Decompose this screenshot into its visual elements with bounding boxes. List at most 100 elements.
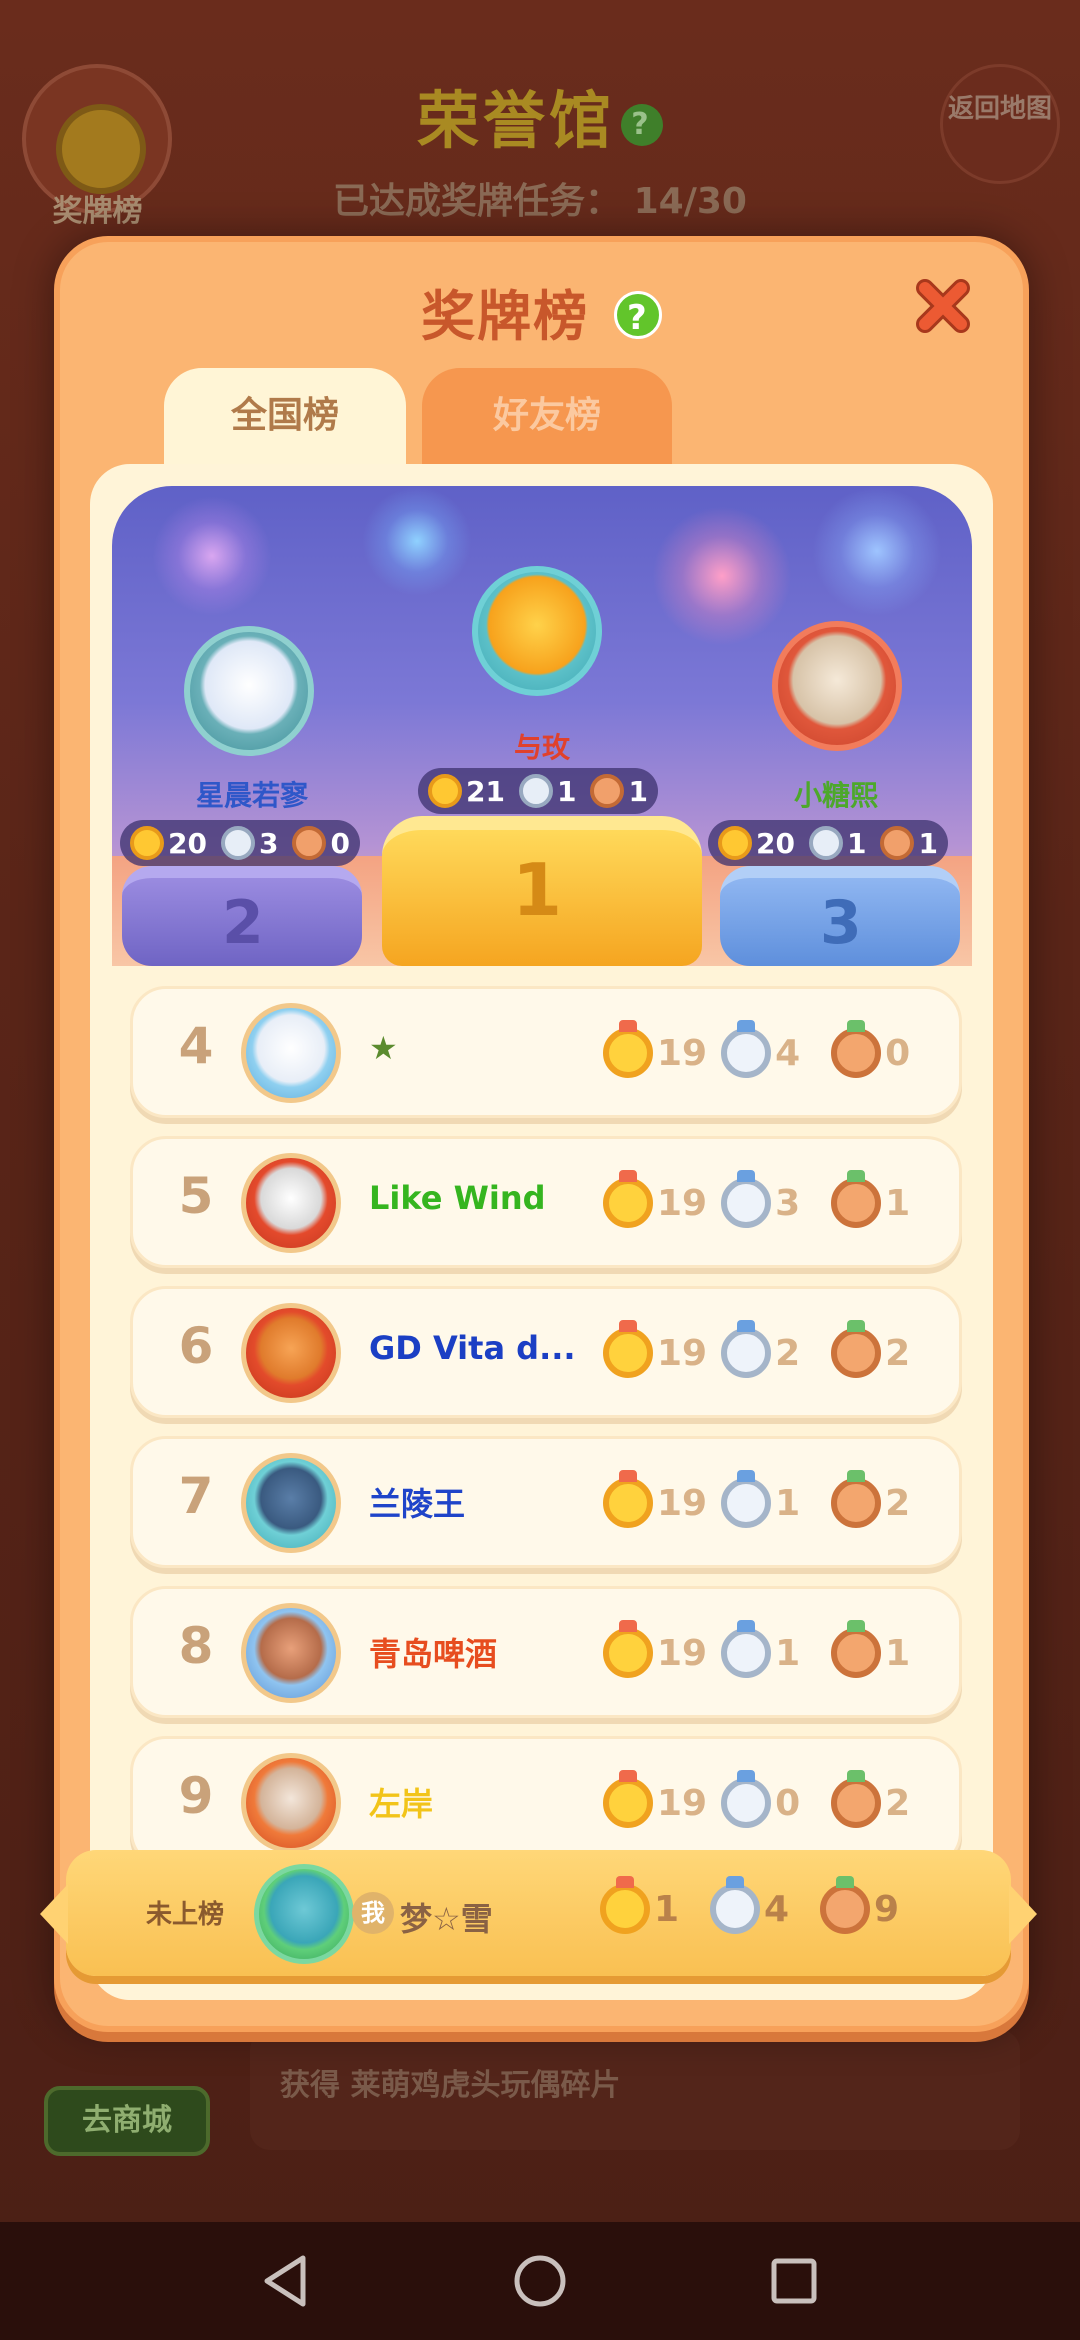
silver-medal-icon: [721, 1620, 772, 1678]
bronze-medal-icon: [831, 1020, 882, 1078]
player-name: 青岛啤酒: [369, 1635, 498, 1673]
bronze-medal-icon: [831, 1770, 882, 1828]
gold-count: 19: [657, 1482, 708, 1524]
gold-count: 19: [657, 1332, 708, 1374]
reward-text: 获得 莱萌鸡虎头玩偶碎片: [280, 2068, 621, 2103]
bronze-count: 2: [885, 1482, 911, 1524]
firework: [362, 486, 472, 596]
table-row[interactable]: 5 Like Wind 19 3 1: [130, 1136, 962, 1268]
my-rank-status: 未上榜: [146, 1900, 225, 1930]
medal-counts: 19 0 2: [603, 1770, 941, 1833]
player-name: 兰陵王: [369, 1485, 466, 1523]
gold-count: 19: [657, 1782, 708, 1824]
gold-medal-icon: [130, 826, 164, 860]
tab-national[interactable]: 全国榜: [164, 368, 406, 476]
medal-counts: 19 3 1: [603, 1170, 941, 1233]
avatar[interactable]: [241, 1603, 341, 1703]
avatar[interactable]: [241, 1753, 341, 1853]
player-name: ★: [369, 1029, 398, 1067]
player-name: 左岸: [369, 1785, 434, 1823]
avatar-rank-1[interactable]: [472, 566, 602, 696]
silver-medal-icon: [721, 1020, 772, 1078]
medal-counts: 19 1 2: [603, 1470, 941, 1533]
nav-home-button[interactable]: [513, 2254, 567, 2308]
hall-help-icon[interactable]: ?: [621, 103, 663, 146]
medal-counts: 19 4 0: [603, 1020, 941, 1083]
bronze-medal-icon: [820, 1876, 870, 1934]
my-bronze-count: 9: [874, 1888, 900, 1930]
firework: [652, 506, 792, 646]
leaderboard-panel: 与玫 21 1 1 1 星晨若寥 20 3 0 2 小糖熙 20 1 1 3 4…: [90, 464, 993, 2000]
table-row[interactable]: 4 ★ 19 4 0: [130, 986, 962, 1118]
pedestal-second: 2: [122, 866, 362, 966]
avatar-rank-3[interactable]: [772, 621, 902, 751]
back-to-map-button[interactable]: 返回地图: [940, 64, 1060, 184]
gold-medal-icon: [603, 1770, 653, 1828]
bronze-medal-icon: [292, 826, 327, 860]
rank-number: 7: [178, 1467, 214, 1525]
silver-count: 4: [775, 1032, 801, 1074]
silver-medal-icon: [220, 826, 255, 860]
silver-count: 1: [775, 1482, 801, 1524]
rank-number: 9: [178, 1767, 214, 1825]
home-circle-icon: [514, 2255, 566, 2307]
medal-counts: 19 1 1: [603, 1620, 941, 1683]
gold-count: 19: [657, 1032, 708, 1074]
modal-title: 奖牌榜 ?: [60, 272, 1023, 351]
nav-back-button[interactable]: [259, 2254, 313, 2308]
nav-recent-button[interactable]: [767, 2254, 821, 2308]
gold-medal-icon: [428, 774, 462, 808]
gold-count: 19: [657, 1182, 708, 1224]
my-rank-banner: 未上榜 我 梦☆雪 1 4 9: [40, 1850, 1037, 1976]
system-nav-bar: [0, 2222, 1080, 2340]
firework: [812, 486, 942, 616]
silver-medal-icon: [721, 1470, 772, 1528]
my-medals: 1 4 9: [600, 1876, 930, 1934]
player-name: Like Wind: [369, 1179, 546, 1217]
avatar[interactable]: [241, 1153, 341, 1253]
gold-medal-icon: [603, 1620, 653, 1678]
close-icon: [916, 279, 970, 333]
podium: 与玫 21 1 1 1 星晨若寥 20 3 0 2 小糖熙 20 1 1 3: [112, 486, 972, 966]
go-shop-button[interactable]: 去商城: [44, 2086, 210, 2156]
player-name: GD Vita d...: [369, 1329, 576, 1367]
my-silver-count: 4: [764, 1888, 790, 1930]
avatar[interactable]: [241, 1003, 341, 1103]
gold-medal-icon: [600, 1876, 650, 1934]
stats-rank-3: 20 1 1: [708, 820, 948, 866]
silver-medal-icon: [808, 826, 843, 860]
silver-medal-icon: [721, 1770, 772, 1828]
rank-number: 4: [178, 1017, 214, 1075]
name-rank-1: 与玫: [513, 731, 570, 764]
gold-medal-icon: [603, 1170, 653, 1228]
avatar-rank-2[interactable]: [184, 626, 314, 756]
pedestal-first: 1: [382, 816, 702, 966]
close-button[interactable]: [909, 272, 977, 340]
help-icon[interactable]: ?: [613, 291, 662, 339]
silver-medal-icon: [710, 1876, 760, 1934]
avatar[interactable]: [241, 1303, 341, 1403]
bronze-medal-icon: [831, 1170, 882, 1228]
name-rank-2: 星晨若寥: [195, 779, 308, 812]
table-row[interactable]: 7 兰陵王 19 1 2: [130, 1436, 962, 1568]
silver-medal-icon: [518, 774, 553, 808]
gold-medal-icon: [718, 826, 752, 860]
bronze-count: 1: [885, 1182, 911, 1224]
avatar[interactable]: [241, 1453, 341, 1553]
table-row[interactable]: 8 青岛啤酒 19 1 1: [130, 1586, 962, 1718]
name-rank-3: 小糖熙: [793, 779, 878, 812]
task-progress: 已达成奖牌任务： 14/30: [333, 181, 747, 222]
medal-leaderboard-modal: 奖牌榜 ? 全国榜 好友榜 与玫 21 1 1 1 星晨若寥 20 3 0 2 …: [54, 236, 1029, 2032]
my-name: 梦☆雪: [400, 1900, 493, 1938]
gold-medal-icon: [603, 1320, 653, 1378]
bronze-medal-icon: [590, 774, 625, 808]
rank-number: 5: [178, 1167, 214, 1225]
my-avatar[interactable]: [254, 1864, 354, 1964]
bronze-count: 1: [885, 1632, 911, 1674]
tab-friends[interactable]: 好友榜: [422, 368, 672, 476]
medal-counts: 19 2 2: [603, 1320, 941, 1383]
gold-medal-icon: [603, 1470, 653, 1528]
table-row[interactable]: 9 左岸 19 0 2: [130, 1736, 962, 1868]
silver-medal-icon: [721, 1170, 772, 1228]
table-row[interactable]: 6 GD Vita d... 19 2 2: [130, 1286, 962, 1418]
